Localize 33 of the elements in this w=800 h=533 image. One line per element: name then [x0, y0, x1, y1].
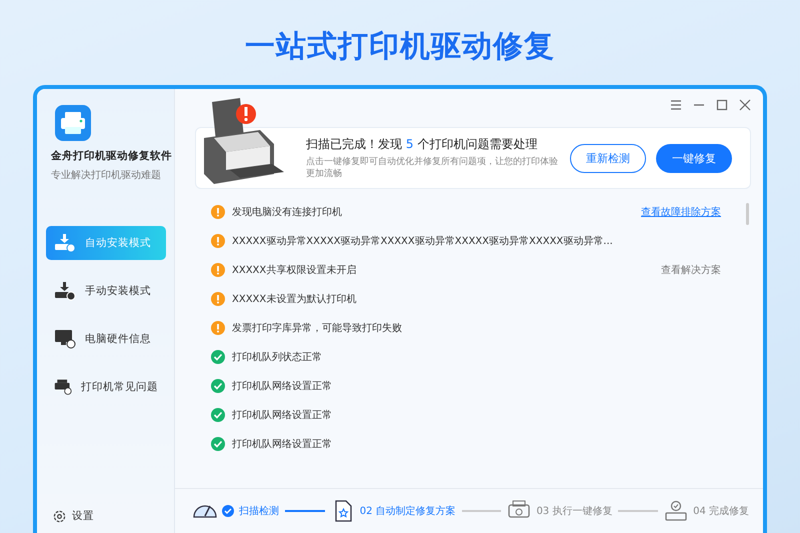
result-text: 打印机队网络设置正常 — [232, 438, 332, 450]
page-headline: 一站式打印机驱动修复 — [245, 28, 555, 66]
result-text: XXXXX驱动异常XXXXX驱动异常XXXXX驱动异常XXXXX驱动异常XXXXX驱动异常... — [232, 234, 613, 248]
solution-link[interactable]: 查看故障排除方案 — [641, 204, 721, 218]
solution-link[interactable]: 查看解决方案 — [661, 262, 721, 276]
result-text: XXXXX共享权限设置未开启 — [232, 264, 356, 276]
result-text: 打印机队网络设置正常 — [232, 408, 332, 422]
menu-icon[interactable] — [670, 99, 682, 111]
scan-result-description: 点击一键修复即可自动优化并修复所有问题项，让您的打印体验更加流畅 — [306, 157, 559, 180]
sidebar-item[interactable]: 电脑硬件信息 — [46, 322, 166, 356]
maximize-icon[interactable] — [716, 99, 728, 111]
app-name: 金舟打印机驱动修复软件 — [51, 149, 172, 163]
step-label: 03 执行一键修复 — [536, 504, 612, 518]
step-label: 02 自动制定修复方案 — [360, 504, 456, 518]
scan-result-title: 扫描已完成！发现 5 个打印机问题需要处理 — [306, 136, 538, 154]
result-text: XXXXX未设置为默认打印机 — [232, 292, 356, 306]
sidebar-item[interactable]: 自动安装模式 — [46, 226, 166, 260]
result-text: 打印机队列状态正常 — [232, 350, 322, 364]
sidebar-item[interactable]: 手动安装模式 — [46, 274, 166, 308]
close-icon[interactable] — [739, 99, 751, 111]
settings-icon — [53, 510, 66, 522]
app-tagline: 专业解决打印机驱动难题 — [51, 168, 161, 182]
repair-button[interactable]: 一键修复 — [656, 144, 732, 172]
step-label: 扫描检测 — [239, 504, 279, 518]
result-text: 发现电脑没有连接打印机 — [232, 206, 342, 218]
sidebar-item[interactable]: 打印机常见问题 — [46, 370, 166, 404]
settings-button[interactable]: 设置 — [49, 505, 98, 527]
printer-logo-icon — [55, 105, 91, 141]
rescan-button[interactable]: 重新检测 — [570, 144, 646, 172]
result-text: 打印机队网络设置正常 — [232, 380, 332, 392]
scrollbar[interactable] — [746, 203, 749, 225]
step-label: 04 完成修复 — [693, 504, 750, 518]
result-text: 发票打印字库异常，可能导致打印失败 — [232, 322, 402, 334]
